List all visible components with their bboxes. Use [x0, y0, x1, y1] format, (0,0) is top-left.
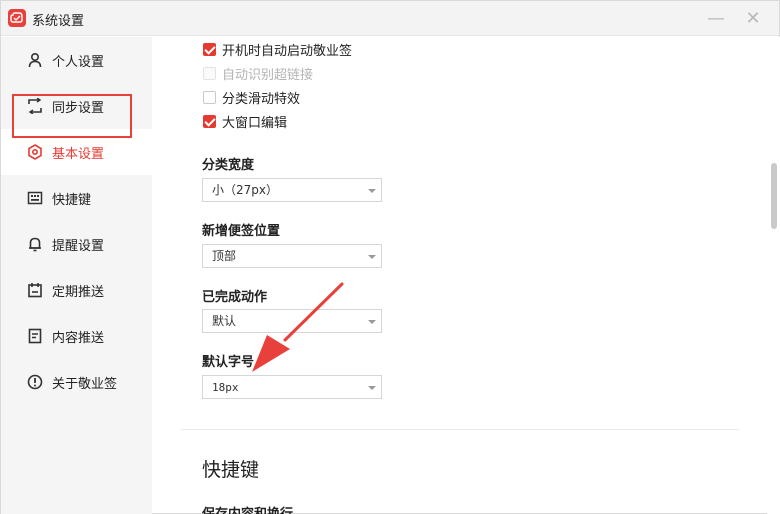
sync-icon	[27, 97, 43, 115]
document-icon	[27, 328, 43, 344]
settings-window: 系统设置 — ✕ 个人设置 同步设置 基本设置 快捷键 提醒设置 定期推送 内容…	[0, 0, 780, 514]
checkbox-large-window-edit[interactable]: 大窗口编辑	[203, 112, 287, 131]
keyboard-icon	[27, 190, 43, 206]
shortcut-section-title: 快捷键	[202, 459, 260, 481]
select-value: 顶部	[212, 249, 237, 263]
chevron-down-icon	[368, 189, 376, 193]
save-and-newline-label: 保存内容和换行	[202, 503, 293, 514]
chevron-down-icon	[368, 320, 376, 324]
sidebar-item-personal-settings[interactable]: 个人设置	[1, 37, 152, 83]
checkbox-checked[interactable]	[203, 43, 216, 56]
sidebar-item-label: 基本设置	[52, 146, 105, 162]
person-icon	[27, 52, 43, 68]
completed-action-select[interactable]: 默认	[202, 309, 382, 333]
info-icon	[27, 374, 43, 390]
sidebar-item-reminder-settings[interactable]: 提醒设置	[1, 221, 152, 267]
category-width-select[interactable]: 小（27px）	[202, 178, 382, 202]
new-note-position-select[interactable]: 顶部	[202, 244, 382, 268]
sidebar-item-label: 快捷键	[52, 192, 92, 208]
checkbox-label: 开机时自动启动敬业签	[222, 44, 353, 59]
sidebar-item-sync-settings[interactable]: 同步设置	[1, 83, 152, 129]
settings-content: 开机时自动启动敬业签 自动识别超链接 分类滑动特效 大窗口编辑 分类宽度 小（2…	[152, 37, 767, 514]
sidebar: 个人设置 同步设置 基本设置 快捷键 提醒设置 定期推送 内容推送 关于敬业签	[1, 37, 152, 514]
scrollbar[interactable]	[767, 37, 780, 514]
sidebar-item-label: 同步设置	[52, 100, 105, 116]
select-value: 默认	[212, 314, 237, 328]
default-font-size-select[interactable]: 18px	[202, 375, 382, 399]
select-value: 小（27px）	[212, 183, 278, 197]
sidebar-item-scheduled-push[interactable]: 定期推送	[1, 267, 152, 313]
title-bar: 系统设置 — ✕	[1, 1, 779, 36]
select-value: 18px	[212, 381, 239, 394]
category-width-label: 分类宽度	[202, 158, 255, 173]
sidebar-item-shortcuts[interactable]: 快捷键	[1, 175, 152, 221]
sidebar-item-about[interactable]: 关于敬业签	[1, 359, 152, 405]
sidebar-item-basic-settings[interactable]: 基本设置	[1, 129, 152, 175]
new-note-position-label: 新增便签位置	[202, 224, 281, 239]
chevron-down-icon	[368, 386, 376, 390]
checkbox-checked[interactable]	[203, 115, 216, 128]
sidebar-item-label: 提醒设置	[52, 238, 105, 254]
sidebar-item-label: 关于敬业签	[52, 376, 118, 392]
sidebar-item-content-push[interactable]: 内容推送	[1, 313, 152, 359]
app-logo-icon	[8, 9, 26, 27]
minimize-button[interactable]: —	[704, 7, 728, 31]
hexagon-settings-icon	[27, 144, 43, 160]
calendar-icon	[27, 282, 43, 298]
sidebar-item-label: 定期推送	[52, 284, 105, 300]
completed-action-label: 已完成动作	[202, 290, 268, 305]
checkbox-label: 大窗口编辑	[222, 116, 288, 131]
section-divider	[181, 429, 739, 430]
scrollbar-thumb[interactable]	[771, 163, 777, 229]
checkbox-unchecked[interactable]	[203, 91, 216, 104]
checkbox-auto-link-detect: 自动识别超链接	[203, 64, 313, 83]
close-button[interactable]: ✕	[741, 7, 765, 31]
default-font-size-label: 默认字号	[202, 355, 255, 370]
sidebar-item-label: 内容推送	[52, 330, 105, 346]
checkbox-disabled	[203, 67, 216, 80]
checkbox-label: 自动识别超链接	[222, 68, 314, 83]
window-title: 系统设置	[32, 14, 85, 29]
checkbox-auto-start[interactable]: 开机时自动启动敬业签	[203, 40, 352, 59]
checkbox-label: 分类滑动特效	[222, 92, 301, 107]
bell-icon	[27, 236, 43, 252]
checkbox-category-slide-effect[interactable]: 分类滑动特效	[203, 88, 300, 107]
chevron-down-icon	[368, 255, 376, 259]
sidebar-item-label: 个人设置	[52, 54, 105, 70]
